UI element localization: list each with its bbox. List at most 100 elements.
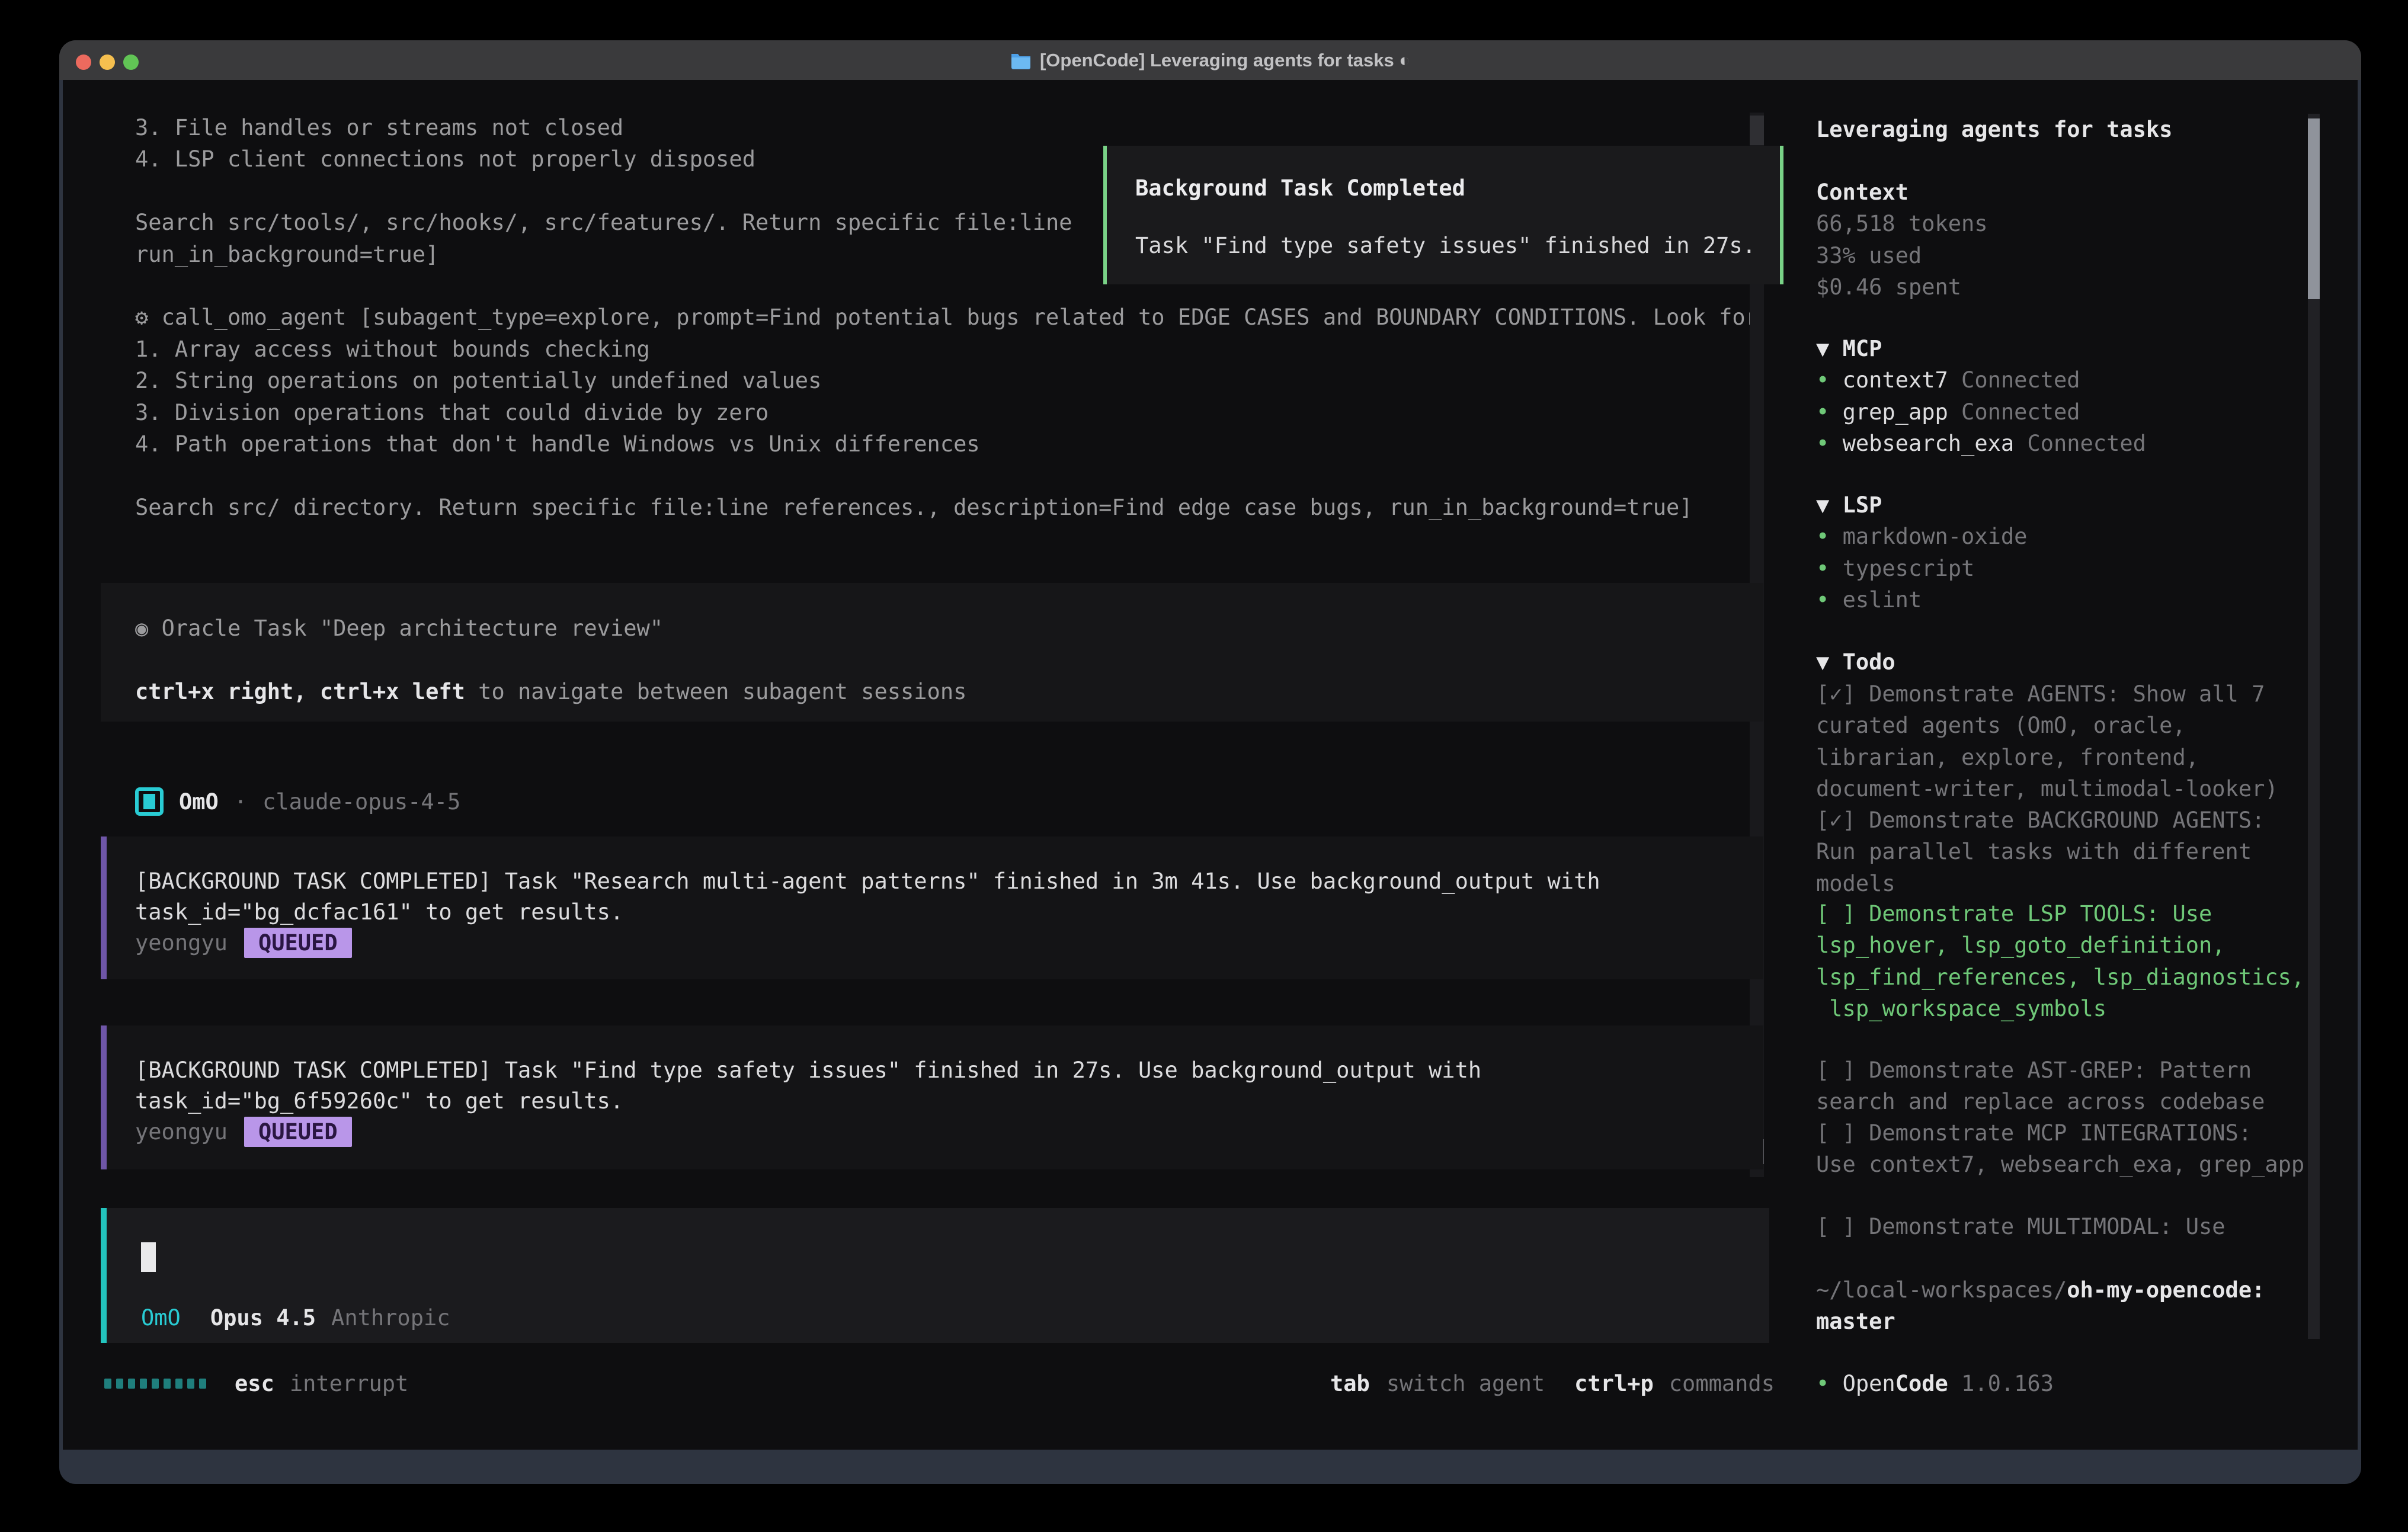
text-line: • OpenCode 1.0.163 [1816,1368,2054,1399]
todo-item: [ ] Demonstrate MULTIMODAL: Use [1816,1211,2226,1242]
todo-item: [ ] Demonstrate MCP INTEGRATIONS:Use con… [1816,1117,2304,1181]
text-segment: Oracle Task "Deep architecture review" [162,616,663,641]
text-segment: Use context7, websearch_exa, grep_app [1816,1152,2304,1177]
text-line: [ ] Demonstrate LSP TOOLS: Use [1816,898,2304,930]
main-scrollbar-thumb-top[interactable] [1750,116,1764,145]
text-segment: librarian, explore, frontend, [1816,745,2199,770]
fisheye-icon: ◉ [135,616,162,641]
background-task-message: [BACKGROUND TASK COMPLETED] Task "Resear… [101,836,1763,979]
text-segment: ctrl+x right, ctrl+x left [135,679,465,704]
prompt-input[interactable]: OmO Opus 4.5 Anthropic [101,1208,1769,1343]
text-line: curated agents (OmO, oracle, [1816,710,2278,741]
bullet-icon: • [1816,1371,1843,1396]
text-line: lsp_hover, lsp_goto_definition, [1816,930,2304,961]
text-line: • websearch_exa Connected [1816,428,2146,459]
spinner-dot [164,1379,171,1389]
spinner-dot [128,1379,135,1389]
text-segment: curated agents (OmO, oracle, [1816,713,2186,738]
sidebar-context-section: Context66,518 tokens33% used$0.46 spent [1816,177,1988,303]
text-segment: 1. Array access without bounds checking [135,336,650,362]
text-segment: document-writer, multimodal-looker) [1816,776,2278,802]
sidebar-lsp-section[interactable]: ▼ LSP• markdown-oxide• typescript• eslin… [1816,489,2027,616]
sidebar-session-title: Leveraging agents for tasks [1816,114,2172,145]
text-segment: oh-my-opencode: [2067,1277,2265,1303]
status-bar-left: esc interrupt [104,1368,408,1399]
text-segment: Connected [2014,431,2146,456]
text-segment: yeongyu [135,1119,228,1145]
text-segment: to navigate between subagent sessions [465,679,966,704]
text-segment [135,273,148,299]
text-cursor [141,1242,156,1272]
text-line: [BACKGROUND TASK COMPLETED] Task "Find t… [135,1055,1763,1086]
close-button[interactable] [76,55,91,70]
sidebar-scrollbar-thumb[interactable] [2308,118,2320,299]
text-line: task_id="bg_dcfac161" to get results. [135,897,1763,928]
text-line: search and replace across codebase [1816,1086,2265,1117]
text-line: $0.46 spent [1816,271,1988,303]
text-segment: master [1816,1309,1895,1334]
text-line: Use context7, websearch_exa, grep_app [1816,1149,2304,1180]
omo-agent-icon [135,787,164,816]
text-segment: eslint [1843,587,1922,613]
sidebar-todo-header[interactable]: ▼ Todo [1816,646,1895,678]
text-segment: 3. Division operations that could divide… [135,400,768,425]
text-line: ▼ LSP [1816,489,2027,521]
spinner-dot [104,1379,111,1389]
bullet-icon: • [1816,524,1843,549]
traffic-lights [76,55,139,70]
spinner-dot [187,1379,194,1389]
model-row: OmO Opus 4.5 Anthropic [141,1305,450,1331]
todo-item: [✓] Demonstrate BACKGROUND AGENTS:Run pa… [1816,805,2265,899]
sidebar-scrollbar[interactable] [2308,114,2320,1339]
agent-name: OmO [179,789,219,815]
text-line: [✓] Demonstrate AGENTS: Show all 7 [1816,678,2278,710]
title-bar[interactable]: [OpenCode] Leveraging agents for tasks ◐ [59,40,2361,80]
sidebar-mcp-section[interactable]: ▼ MCP• context7 Connected• grep_app Conn… [1816,333,2146,460]
text-segment: call_omo_agent [subagent_type=explore, p… [162,305,1759,330]
bullet-icon: • [1816,431,1843,456]
background-task-message: [BACKGROUND TASK COMPLETED] Task "Find t… [101,1025,1763,1169]
text-segment: [ ] Demonstrate AST-GREP: Pattern [1816,1057,2252,1083]
text-line: Context [1816,177,1988,208]
text-line: 4. Path operations that don't handle Win… [135,428,1759,460]
text-segment: 4. Path operations that don't handle Win… [135,431,980,457]
text-segment: [BACKGROUND TASK COMPLETED] Task "Resear… [135,868,1600,894]
text-segment: [✓] Demonstrate AGENTS: Show all 7 [1816,681,2265,707]
text-line: lsp_workspace_symbols [1816,993,2304,1024]
text-segment: lsp_find_references, lsp_diagnostics, [1816,964,2304,990]
interrupt-label: interrupt [290,1371,408,1396]
text-segment: [BACKGROUND TASK COMPLETED] Task "Find t… [135,1057,1481,1083]
text-line: lsp_find_references, lsp_diagnostics, [1816,961,2304,993]
background-task-toast: Background Task Completed Task "Find typ… [1103,146,1783,284]
text-line: 2. String operations on potentially unde… [135,365,1759,396]
spinner-dot [199,1379,206,1389]
text-segment: LSP [1843,492,1882,518]
bullet-icon: • [1816,367,1843,393]
text-segment: 2. String operations on potentially unde… [135,368,821,393]
text-segment: Connected [1948,367,2080,393]
text-segment: task_id="bg_6f59260c" to get results. [135,1088,623,1114]
text-segment [135,463,148,488]
queued-badge: QUEUED [244,928,352,958]
spinner-dot [152,1379,159,1389]
text-segment: [ ] Demonstrate LSP TOOLS: Use [1816,901,2212,927]
zoom-button[interactable] [123,55,139,70]
text-segment: lsp_workspace_symbols [1816,996,2106,1021]
text-line: 3. File handles or streams not closed [135,112,1759,143]
text-line: document-writer, multimodal-looker) [1816,773,2278,805]
input-agent-name: OmO [141,1305,181,1331]
text-line: ctrl+x right, ctrl+x left to navigate be… [135,676,1763,707]
collapse-arrow-icon: ▼ [1816,492,1843,518]
todo-item: [✓] Demonstrate AGENTS: Show all 7 curate… [1816,678,2278,805]
minimize-button[interactable] [100,55,115,70]
text-line: • context7 Connected [1816,364,2146,396]
text-segment: websearch_exa [1843,431,2015,456]
text-segment: models [1816,871,1895,896]
input-model-name[interactable]: Opus 4.5 [210,1305,316,1331]
text-segment: ~/local-workspaces/ [1816,1277,2067,1303]
commands-label: commands [1669,1371,1775,1396]
text-segment: 4. LSP client connections not properly d… [135,146,755,172]
toast-title: Background Task Completed [1135,175,1780,201]
text-line: 66,518 tokens [1816,208,1988,239]
switch-agent-label: switch agent [1386,1371,1545,1396]
